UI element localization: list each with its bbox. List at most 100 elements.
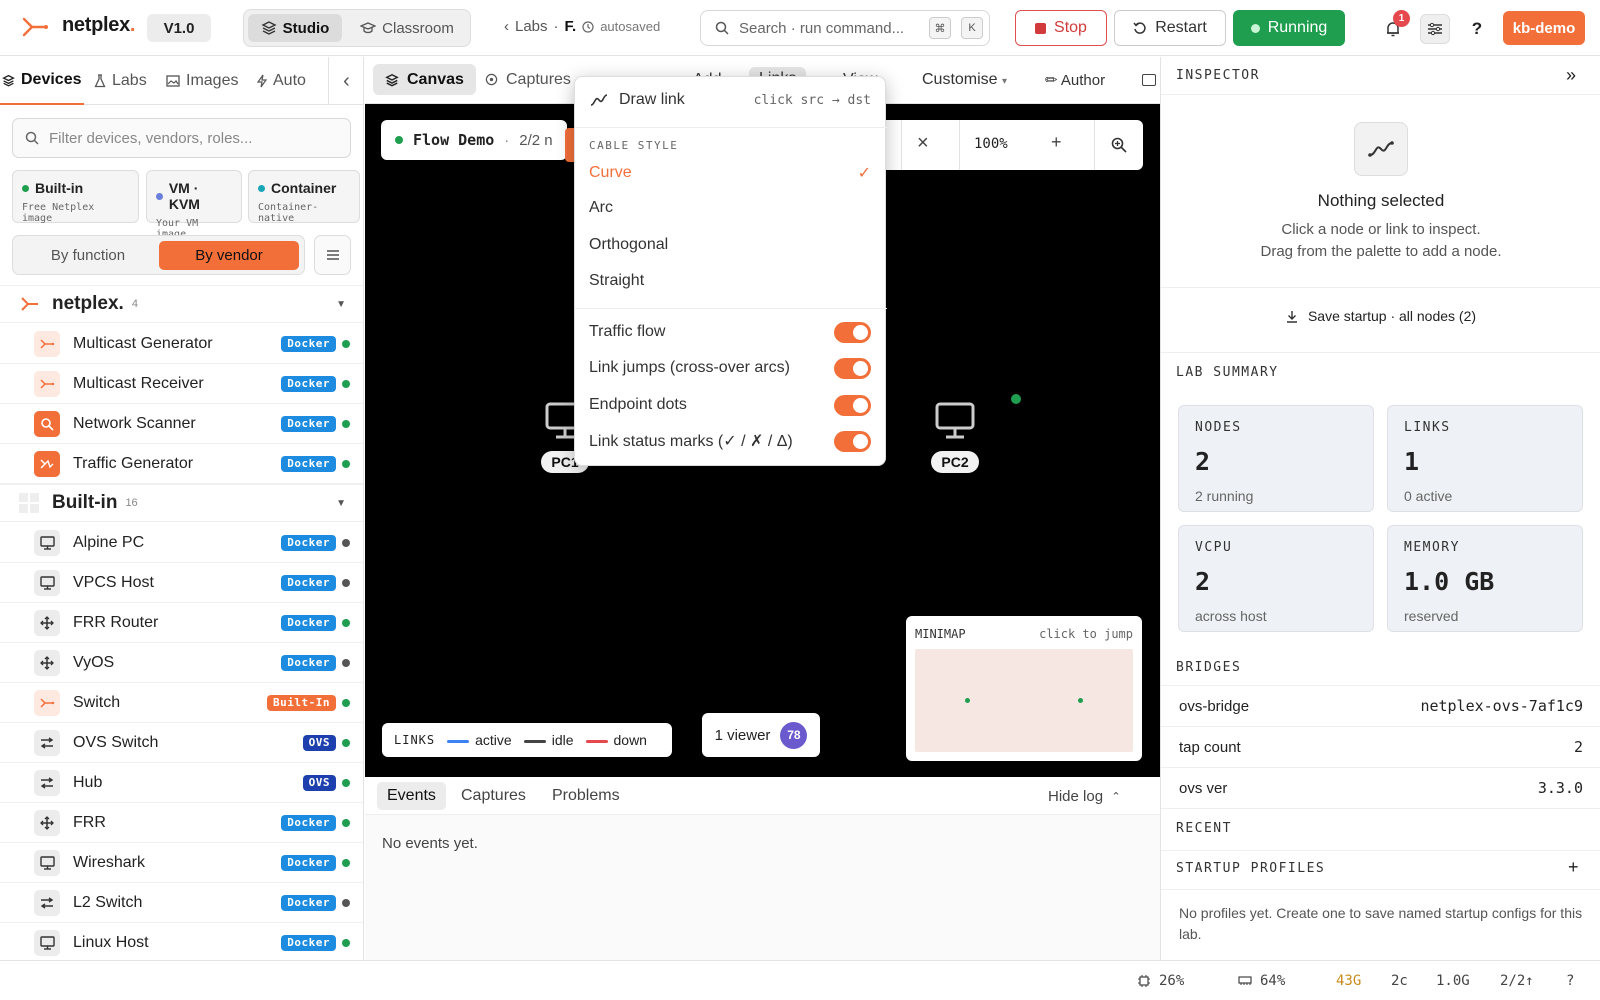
toolbar-customise[interactable]: Customise ▾ — [922, 71, 1007, 89]
lab-name: Flow Demo — [413, 131, 495, 149]
stop-button[interactable]: Stop — [1015, 10, 1107, 46]
stat-links: LINKS 1 0 active — [1387, 405, 1583, 512]
restart-button[interactable]: Restart — [1114, 10, 1226, 46]
device-row[interactable]: Multicast Generator Docker — [0, 324, 363, 364]
category-container[interactable]: Container Container-native — [248, 170, 360, 224]
hide-log-button[interactable]: Hide log ⌃ — [1038, 782, 1131, 810]
chevron-up-icon: ⌃ — [1111, 790, 1121, 803]
panel-toggle-icon[interactable] — [1142, 74, 1156, 86]
save-startup-button[interactable]: Save startup · all nodes (2) — [1161, 308, 1600, 324]
device-row[interactable]: VyOS Docker — [0, 643, 363, 683]
device-row[interactable]: FRR Docker — [0, 803, 363, 843]
close-icon[interactable]: × — [917, 132, 929, 155]
cable-style-curve[interactable]: Curve ✓ — [589, 163, 871, 183]
toggle-endpoint-dots[interactable]: Endpoint dots — [589, 394, 871, 416]
group-by-vendor[interactable]: By vendor — [159, 241, 299, 270]
tab-auto[interactable]: Auto — [257, 57, 306, 105]
breadcrumb-current[interactable]: F. — [565, 18, 577, 35]
tab-labs[interactable]: Labs — [94, 57, 147, 105]
draw-link-icon — [590, 94, 608, 106]
node-pc2[interactable]: PC2 — [920, 401, 990, 473]
version-badge[interactable]: V1.0 — [147, 14, 211, 42]
zoom-in-button[interactable]: + — [1051, 132, 1062, 153]
tab-devices[interactable]: Devices — [0, 57, 84, 105]
device-row[interactable]: VPCS Host Docker — [0, 563, 363, 603]
cable-style-arc[interactable]: Arc — [589, 199, 871, 217]
device-row[interactable]: Hub OVS — [0, 763, 363, 803]
node-label: PC2 — [931, 451, 979, 473]
vendor-section-netplex[interactable]: netplex. 4 ▼ — [0, 285, 363, 323]
ram-value: 1.0G — [1436, 973, 1470, 989]
device-name: VyOS — [73, 653, 115, 671]
toolbar-author[interactable]: ✏ Author — [1045, 71, 1105, 89]
sliders-icon — [1428, 22, 1442, 36]
cable-style-orthogonal[interactable]: Orthogonal — [589, 236, 871, 254]
device-row[interactable]: Traffic Generator Docker — [0, 444, 363, 484]
bridges-header: BRIDGES — [1176, 660, 1242, 675]
device-filter-input[interactable]: Filter devices, vendors, roles... — [12, 118, 351, 158]
notifications-button[interactable]: 1 — [1378, 10, 1410, 44]
breadcrumb-labs[interactable]: Labs — [515, 18, 548, 35]
breadcrumb-separator: · — [553, 18, 559, 35]
collapse-palette-button[interactable]: ‹ — [328, 57, 363, 105]
chevron-left-icon[interactable]: ‹ — [504, 18, 509, 35]
tab-images[interactable]: Images — [166, 57, 238, 105]
collapse-inspector-button[interactable]: » — [1566, 65, 1576, 86]
device-row[interactable]: L2 Switch Docker — [0, 883, 363, 923]
cable-style-straight[interactable]: Straight — [589, 272, 871, 290]
running-status-button[interactable]: Running — [1233, 10, 1345, 46]
toggle-switch[interactable] — [834, 394, 871, 416]
user-menu-button[interactable]: kb-demo — [1503, 11, 1585, 45]
help-icon: ? — [1471, 19, 1483, 38]
chevron-down-icon[interactable]: ▼ — [336, 498, 346, 509]
help-button[interactable]: ? — [1462, 14, 1492, 44]
device-name: Multicast Receiver — [73, 374, 204, 392]
toggle-switch[interactable] — [834, 321, 871, 343]
section-name: netplex. — [52, 293, 124, 314]
viewer-count[interactable]: 1 viewer 78 — [702, 713, 820, 757]
device-row[interactable]: Wireshark Docker — [0, 843, 363, 883]
toggle-label: Link jumps (cross-over arcs) — [589, 359, 790, 376]
toggle-switch[interactable] — [834, 357, 871, 379]
toggle-switch[interactable] — [834, 430, 871, 452]
category-builtin[interactable]: Built-in Free Netplex image — [12, 170, 139, 224]
device-row[interactable]: Multicast Receiver Docker — [0, 364, 363, 404]
toggle-link-jumps[interactable]: Link jumps (cross-over arcs) — [589, 357, 871, 379]
tab-problems[interactable]: Problems — [542, 782, 630, 810]
tab-log-captures[interactable]: Captures — [451, 782, 536, 810]
tab-events[interactable]: Events — [377, 782, 446, 810]
zoom-fit-icon[interactable] — [1111, 137, 1127, 153]
device-row[interactable]: Linux Host Docker — [0, 923, 363, 960]
status-help-button[interactable]: ? — [1566, 973, 1574, 989]
tab-captures[interactable]: Captures — [473, 64, 583, 95]
device-row[interactable]: Alpine PC Docker — [0, 523, 363, 563]
add-profile-button[interactable]: + — [1568, 857, 1579, 878]
vendor-section-builtin[interactable]: Built-in 16 ▼ — [0, 484, 363, 522]
device-tag: Docker — [281, 375, 336, 392]
link-legend: LINKS active idle down — [382, 723, 672, 757]
device-row[interactable]: Switch Built-In — [0, 683, 363, 723]
settings-sliders-button[interactable] — [1420, 14, 1450, 44]
toggle-link-status-marks[interactable]: Link status marks (✓ / ✗ / Δ) — [589, 430, 871, 452]
viewer-avatar: 78 — [780, 721, 808, 749]
device-row[interactable]: FRR Router Docker — [0, 603, 363, 643]
category-vm-kvm[interactable]: VM · KVM Your VM image — [146, 170, 242, 240]
zoom-level: 100% — [974, 136, 1008, 152]
bridge-row: tap count 2 — [1161, 727, 1600, 768]
chevron-down-icon[interactable]: ▼ — [336, 299, 346, 310]
tab-studio[interactable]: Studio — [248, 14, 342, 42]
category-title: Built-in — [35, 180, 84, 196]
toggle-traffic-flow[interactable]: Traffic flow — [589, 321, 871, 343]
tab-classroom[interactable]: Classroom — [346, 14, 468, 42]
list-view-button[interactable] — [314, 235, 351, 275]
tab-canvas[interactable]: Canvas — [373, 64, 476, 95]
device-row[interactable]: OVS Switch OVS — [0, 723, 363, 763]
search-icon — [25, 131, 39, 145]
draw-link-item[interactable]: Draw link click src → dst — [589, 91, 871, 109]
scanner-icon — [34, 410, 60, 437]
minimap-area[interactable] — [915, 649, 1133, 752]
command-search[interactable]: Search · run command... ⌘ K — [700, 10, 990, 46]
group-by-function[interactable]: By function — [18, 241, 158, 270]
device-row[interactable]: Network Scanner Docker — [0, 404, 363, 444]
minimap[interactable]: MINIMAP click to jump — [906, 616, 1142, 761]
